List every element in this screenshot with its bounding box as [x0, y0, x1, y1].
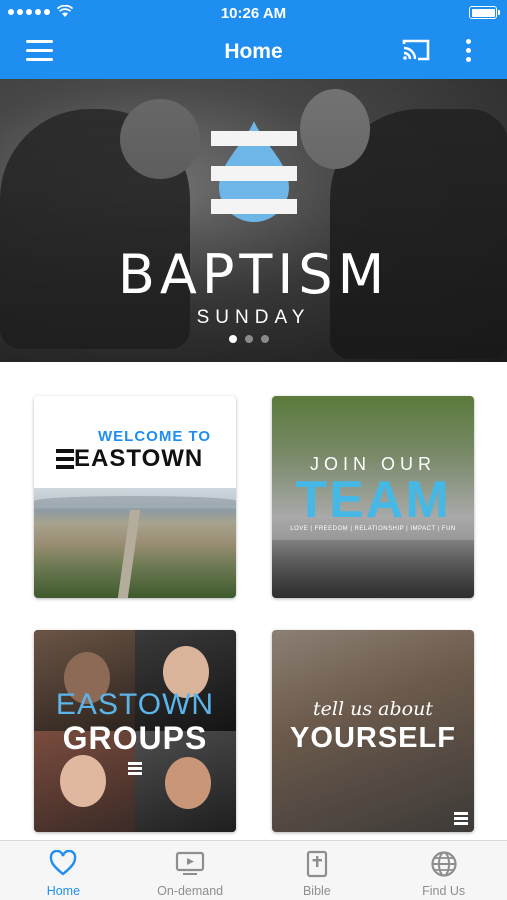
cast-icon[interactable]	[401, 38, 431, 62]
tile-join-our-team[interactable]: JOIN OUR TEAM LOVE | FREEDOM | RELATIONS…	[272, 396, 474, 598]
tile-groups-line1: EASTOWN	[55, 688, 215, 721]
tile-team-line2: TEAM	[295, 471, 451, 529]
face-shape	[165, 757, 211, 809]
app-header: 10:26 AM Home	[0, 0, 507, 79]
city-photo	[34, 488, 236, 598]
tile-tell-us-about-yourself[interactable]: tell us about YOURSELF	[272, 630, 474, 832]
eastown-logo-icon	[128, 762, 142, 776]
tile-yourself-line1: tell us about	[313, 698, 433, 720]
tile-groups-line2: GROUPS	[62, 720, 208, 756]
hero-subtitle: SUNDAY	[196, 307, 311, 328]
tab-on-demand-label: On-demand	[157, 884, 224, 898]
tile-welcome-to-eastown[interactable]: WELCOME TO EASTOWN	[34, 396, 236, 598]
tile-welcome-line2: EASTOWN	[74, 445, 204, 472]
eastown-logo-icon	[56, 449, 74, 469]
face-shape	[60, 755, 106, 807]
bible-icon	[306, 850, 327, 878]
hero-title: BAPTISM	[117, 243, 390, 306]
tab-find-us-label: Find Us	[422, 884, 466, 898]
heart-icon	[50, 850, 77, 876]
carousel-pagination[interactable]	[229, 335, 269, 343]
carousel-dot[interactable]	[229, 335, 237, 343]
hero-banner-baptism-sunday[interactable]: BAPTISM SUNDAY	[0, 79, 507, 362]
tab-home[interactable]: Home	[0, 841, 127, 900]
status-time: 10:26 AM	[220, 5, 287, 22]
tab-bible[interactable]: Bible	[254, 841, 381, 900]
tab-home-label: Home	[46, 884, 81, 898]
tile-welcome-line1: WELCOME TO	[98, 428, 212, 445]
road-shape	[117, 510, 141, 598]
globe-icon	[431, 851, 457, 877]
tile-team-tagline: LOVE | FREEDOM | RELATIONSHIP | IMPACT |…	[290, 526, 456, 532]
tile-yourself-line2: YOURSELF	[290, 722, 456, 754]
team-photo	[272, 540, 474, 598]
carousel-dot[interactable]	[245, 335, 253, 343]
more-vertical-icon[interactable]	[464, 39, 472, 65]
status-bar: 10:26 AM	[0, 0, 507, 26]
water-drop-icon	[211, 121, 297, 222]
tab-on-demand[interactable]: On-demand	[127, 841, 254, 900]
tab-bible-label: Bible	[302, 884, 331, 898]
battery-icon	[469, 6, 500, 19]
carousel-dot[interactable]	[261, 335, 269, 343]
bottom-tab-bar: Home On-demand Bible Find Us	[0, 840, 507, 900]
eastown-logo-icon	[454, 812, 468, 826]
video-icon	[176, 851, 205, 875]
tile-eastown-groups[interactable]: EASTOWN GROUPS	[34, 630, 236, 832]
mountain-shape	[34, 496, 236, 506]
tile-welcome-line2-wrap: EASTOWN	[56, 445, 203, 473]
tab-find-us[interactable]: Find Us	[380, 841, 507, 900]
